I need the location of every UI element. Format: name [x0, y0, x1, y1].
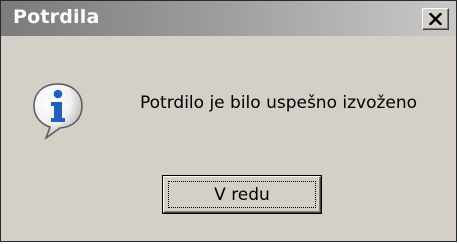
message-dialog: Potrdila Potrdilo je bilo uspešno izvože… — [0, 0, 457, 242]
close-button[interactable] — [422, 8, 449, 30]
title-bar[interactable]: Potrdila — [1, 1, 456, 36]
ok-button-label: V redu — [168, 181, 316, 208]
dialog-title: Potrdila — [13, 6, 100, 28]
close-icon — [429, 13, 442, 25]
info-icon — [33, 83, 83, 140]
ok-button[interactable]: V redu — [162, 175, 322, 214]
dialog-message: Potrdilo je bilo uspešno izvoženo — [140, 93, 418, 113]
